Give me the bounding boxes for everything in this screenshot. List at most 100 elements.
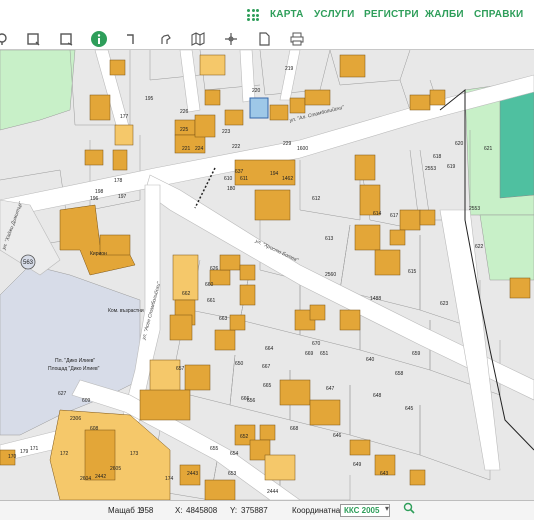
parcel-number: 655 [210,446,219,452]
parcel-number: 224 [195,146,204,152]
parcel-number: 2443 [187,471,198,477]
parcel-number: 170 [8,454,17,460]
parcel-number: 611 [240,176,248,182]
pin-icon[interactable] [0,31,10,47]
search-icon[interactable] [403,502,415,516]
parcel-number: 178 [114,178,123,184]
parcel-number: 194 [270,171,279,177]
parcel-number: 220 [252,88,261,94]
parcel-number: 608 [90,426,99,432]
building [269,104,289,121]
parcel-number: 174 [165,476,174,482]
parcel-number: 223 [222,129,231,135]
parcel-number: 614 [373,211,382,217]
building [89,94,111,121]
building [264,454,296,481]
building [114,124,134,146]
pan-icon[interactable] [157,31,173,47]
cadastral-map[interactable]: 563 ул. "Ал. Стамболийски" ул. "Христо Б… [0,50,534,500]
sports-pitch [499,89,534,199]
svg-text:563: 563 [23,260,34,266]
parcel-number: 657 [176,366,185,372]
parcel-number: 2553 [469,206,480,212]
building [239,284,256,306]
select-rect-icon[interactable] [25,31,41,47]
parcel-number: 658 [395,371,404,377]
select-rect2-icon[interactable] [58,31,74,47]
parcel-number: 2560 [325,272,336,278]
parcel-number: 615 [408,269,417,275]
parcel-number: 640 [366,357,375,363]
building [289,97,306,114]
building [339,309,361,331]
parcel-number: 2444 [267,489,278,495]
measure-icon[interactable] [124,31,140,47]
nav-map[interactable]: КАРТА [270,9,304,20]
parcel-number: 662 [182,291,191,297]
parcel-number: 2442 [95,474,106,480]
building [169,314,193,341]
parcel-number: 643 [380,471,389,477]
building [139,389,191,421]
nav-registers[interactable]: РЕГИСТРИ [364,9,419,20]
scale-value[interactable]: 958 [140,506,153,515]
parcel-number: 648 [373,393,382,399]
building [409,469,426,486]
crs-select[interactable]: ККС 2005 [340,504,391,517]
parcel-number: 222 [232,144,241,150]
info-icon[interactable] [91,31,107,47]
parcel-number: 647 [326,386,335,392]
parcel-number: 665 [263,383,272,389]
building [339,54,366,78]
nav-complaints[interactable]: ЖАЛБИ [425,9,464,20]
chevron-down-icon[interactable]: ▾ [385,504,389,513]
parcel-number: 669 [305,351,314,357]
scale-label: Мащаб 1: [108,506,144,515]
parcel-number: 229 [283,141,292,147]
building [304,89,331,106]
parcel-number: 613 [325,236,334,242]
parcel-number: 659 [412,351,421,357]
parcel-number: 652 [240,434,249,440]
apps-grid-icon[interactable] [247,9,259,21]
building [84,429,116,481]
building-label: Кирион [90,251,107,257]
building [309,304,326,321]
selected-parcel [249,97,269,119]
building [429,89,446,106]
parcel-number: 2604 [80,476,91,482]
building [399,209,421,231]
square-sub-label: Пл. "Дико Илиев" [55,358,95,364]
building [204,479,236,500]
parcel-number: 649 [353,462,362,468]
y-label: Y: [230,506,238,515]
parcel-number: 2605 [110,466,121,472]
building [374,249,401,276]
square-label: Площад "Дико Илиев" [48,366,100,372]
parcel-number: 627 [58,391,67,397]
parcel-number: 650 [235,361,244,367]
nav-services[interactable]: УСЛУГИ [314,9,355,20]
building [219,254,241,271]
parcel-number: 620 [455,141,464,147]
parcel-number: 172 [60,451,69,457]
print-icon[interactable] [289,31,305,47]
building [204,89,221,106]
crosshair-icon[interactable] [223,31,239,47]
parcel-number: 645 [405,406,414,412]
parcel-number: 196 [90,196,99,202]
parcel-number: 663 [219,316,228,322]
document-icon[interactable] [256,31,272,47]
building [354,154,376,181]
parcel-number: 171 [30,446,39,452]
map-icon[interactable] [190,31,206,47]
building [419,209,436,226]
parcel-number: 661 [207,298,216,304]
building [184,364,211,391]
parcel-number: 1488 [370,296,381,302]
building [112,149,128,171]
nav-references[interactable]: СПРАВКИ [474,9,523,20]
parcel-number: 180 [227,186,236,192]
parcel-number: 618 [433,154,442,160]
parcel-number: 670 [312,341,321,347]
